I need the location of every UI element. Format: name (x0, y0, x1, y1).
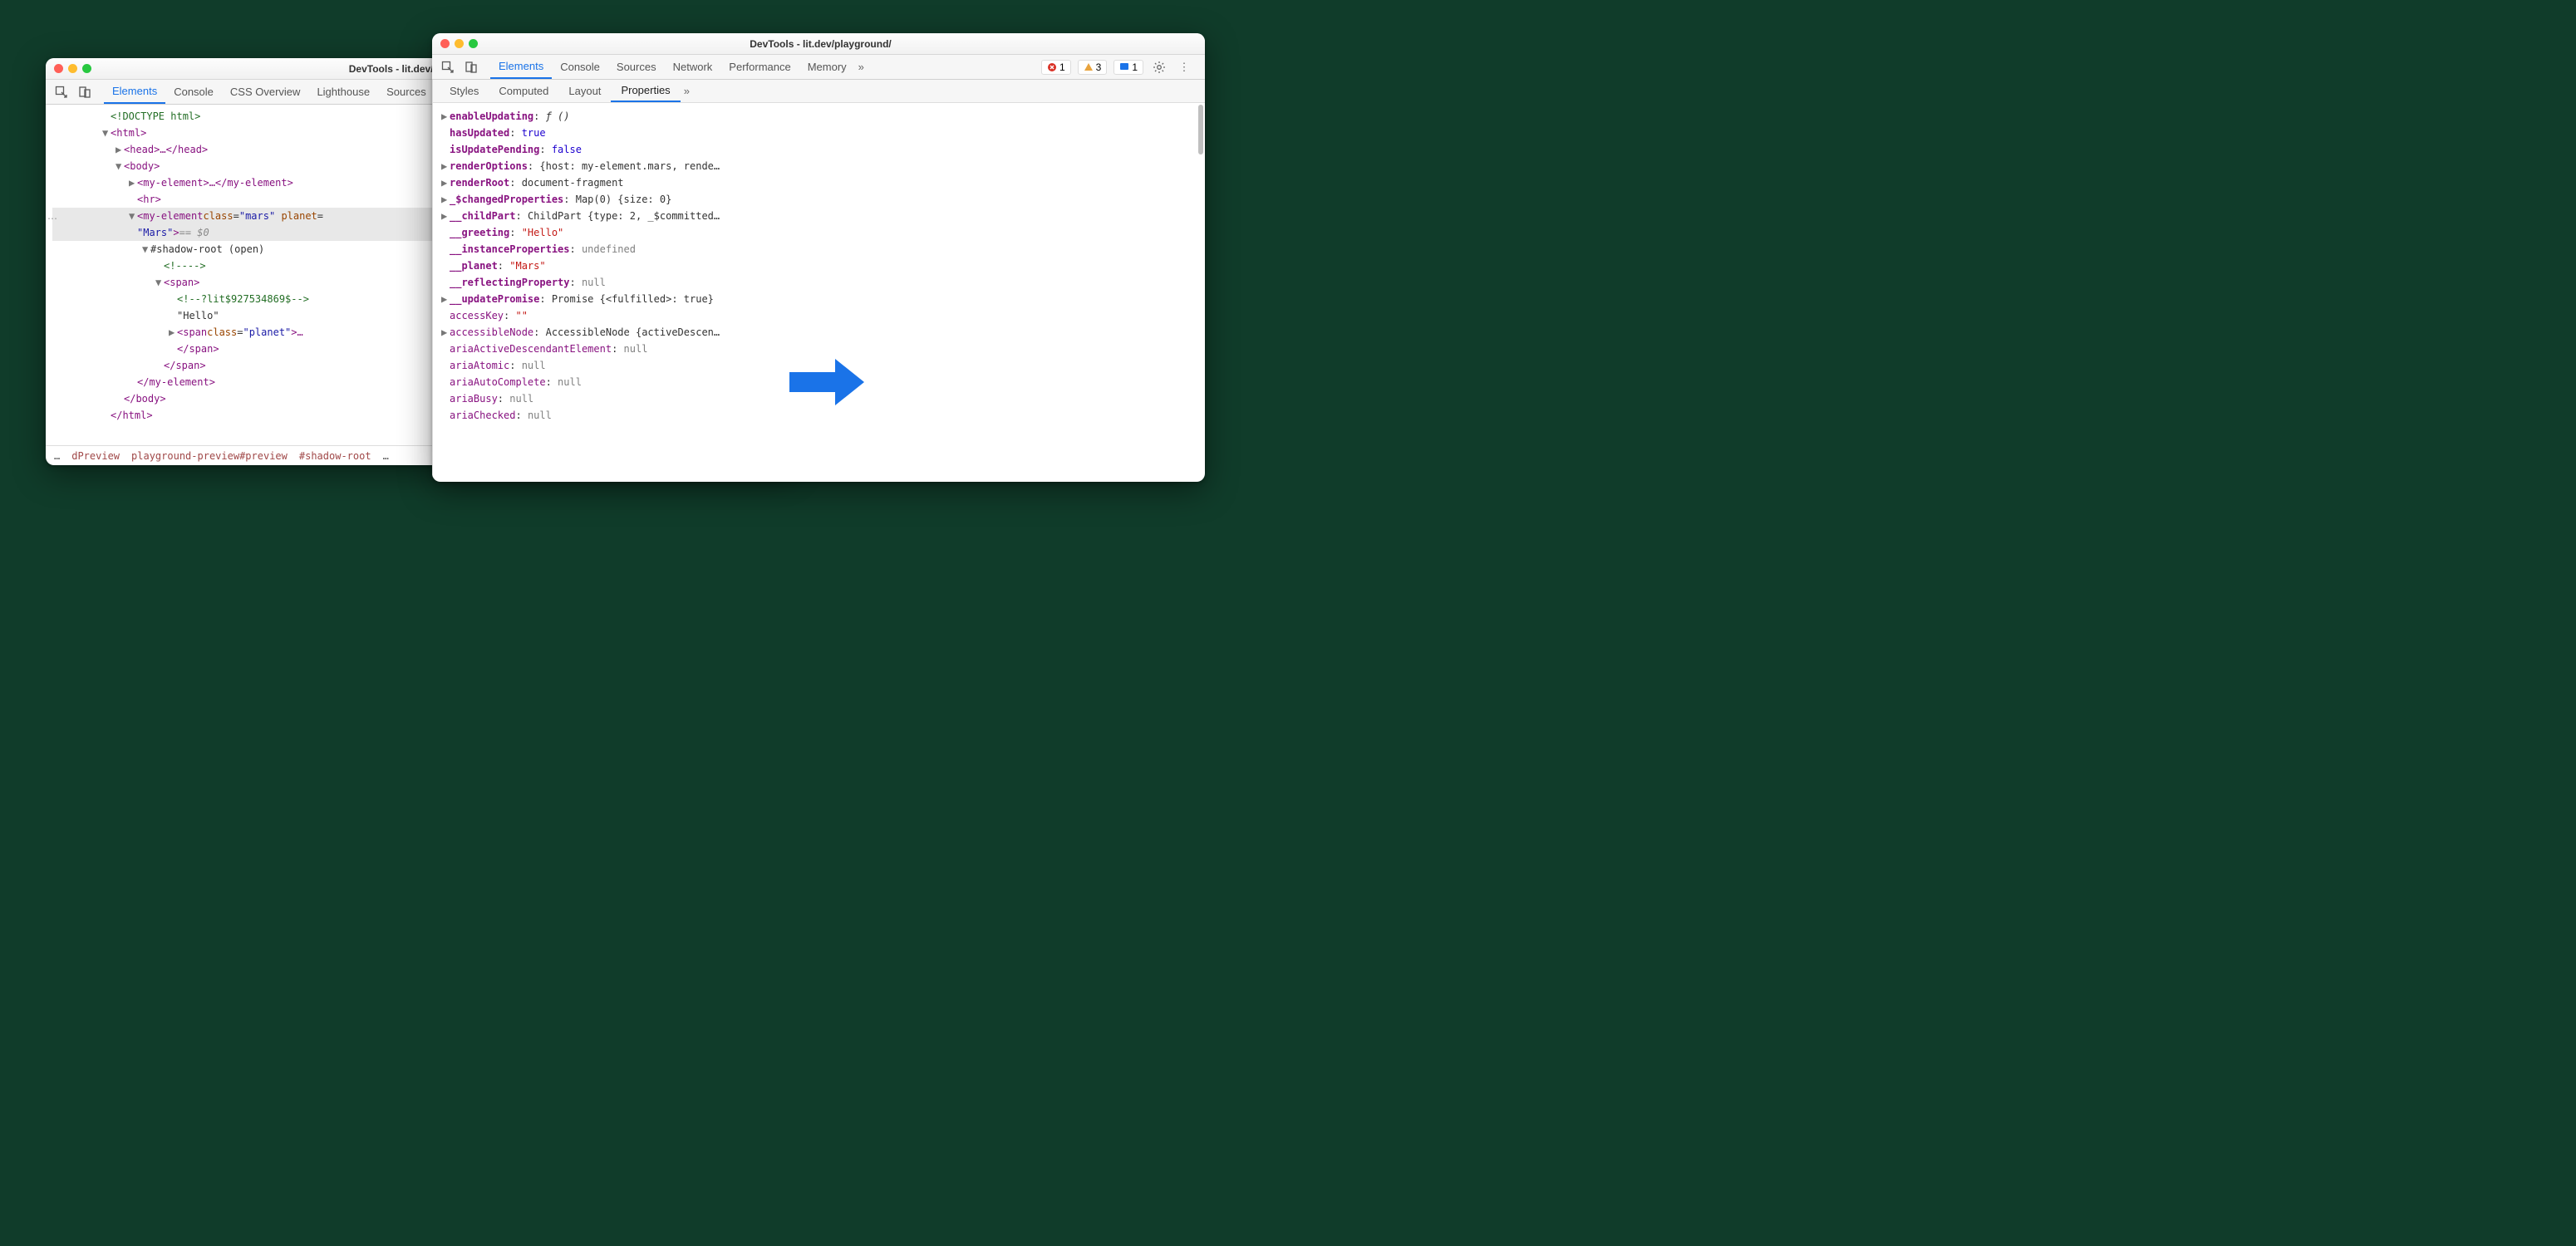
tab-lighthouse[interactable]: Lighthouse (308, 80, 378, 104)
property-row[interactable]: isUpdatePending: false (441, 141, 1197, 158)
kebab-menu-icon[interactable]: ⋮ (1175, 58, 1193, 76)
tree-node[interactable]: <html> (111, 125, 146, 141)
tab-network[interactable]: Network (665, 55, 721, 79)
tree-node[interactable]: "Hello" (177, 307, 219, 324)
breadcrumb-item[interactable]: #shadow-root (299, 450, 371, 462)
tab-sources[interactable]: Sources (378, 80, 435, 104)
warning-badge[interactable]: 3 (1078, 60, 1108, 75)
breadcrumb-item[interactable]: playground-preview#preview (131, 450, 288, 462)
tree-node[interactable]: <!----> (164, 258, 206, 274)
property-row[interactable]: __reflectingProperty: null (441, 274, 1197, 291)
main-tabs: Elements Console Sources Network Perform… (490, 55, 1036, 79)
tab-elements[interactable]: Elements (490, 55, 552, 79)
tree-node[interactable]: <!--?lit$927534869$--> (177, 291, 309, 307)
transition-arrow-icon (789, 357, 864, 410)
tab-css-overview[interactable]: CSS Overview (222, 80, 309, 104)
property-row[interactable]: ▶__updatePromise: Promise {<fulfilled>: … (441, 291, 1197, 307)
tree-node[interactable]: <span> (164, 274, 199, 291)
property-row[interactable]: accessKey: "" (441, 307, 1197, 324)
tree-node[interactable]: </body> (124, 390, 166, 407)
issues-badge[interactable]: 1 (1113, 60, 1143, 75)
tree-node[interactable]: <head>…</head> (124, 141, 208, 158)
inspect-icon[interactable] (439, 58, 457, 76)
property-row[interactable]: ▶__childPart: ChildPart {type: 2, _$comm… (441, 208, 1197, 224)
tab-console[interactable]: Console (165, 80, 222, 104)
gutter-dots-icon: ⋯ (46, 213, 58, 224)
devtools-window-b: DevTools - lit.dev/playground/ Elements … (432, 33, 1205, 482)
breadcrumb-item[interactable]: dPreview (71, 450, 120, 462)
property-row[interactable]: __greeting: "Hello" (441, 224, 1197, 241)
inspect-icon[interactable] (52, 83, 71, 101)
more-subtabs-icon[interactable]: » (681, 85, 693, 97)
property-row[interactable]: ▶renderOptions: {host: my-element.mars, … (441, 158, 1197, 174)
sidebar-subtabs: Styles Computed Layout Properties » (433, 80, 1205, 103)
property-row[interactable]: ▶renderRoot: document-fragment (441, 174, 1197, 191)
warning-count: 3 (1096, 61, 1102, 73)
issues-count: 1 (1132, 61, 1138, 73)
error-count: 1 (1059, 61, 1065, 73)
settings-icon[interactable] (1150, 58, 1168, 76)
property-row[interactable]: ▶enableUpdating: ƒ () (441, 108, 1197, 125)
tree-node[interactable]: </span> (177, 341, 219, 357)
dom-tree[interactable]: <!DOCTYPE html> ▼<html> ▶<head>…</head> … (46, 105, 435, 445)
property-row[interactable]: ariaChecked: null (441, 407, 1197, 424)
device-toggle-icon[interactable] (462, 58, 480, 76)
tab-performance[interactable]: Performance (720, 55, 799, 79)
window-title: DevTools - lit.dev/playground/ (445, 38, 1197, 50)
titlebar[interactable]: DevTools - lit.dev/playground/ (432, 33, 1205, 55)
tab-console[interactable]: Console (552, 55, 608, 79)
property-row[interactable]: ▶accessibleNode: AccessibleNode {activeD… (441, 324, 1197, 341)
property-row[interactable]: __planet: "Mars" (441, 258, 1197, 274)
tree-node[interactable]: </span> (164, 357, 206, 374)
subtab-layout[interactable]: Layout (558, 80, 611, 102)
breadcrumb[interactable]: … dPreview playground-preview#preview #s… (46, 445, 435, 465)
error-badge[interactable]: 1 (1041, 60, 1071, 75)
tree-node[interactable]: <!DOCTYPE html> (111, 108, 200, 125)
subtab-styles[interactable]: Styles (440, 80, 489, 102)
tree-node[interactable]: <my-element>…</my-element> (137, 174, 293, 191)
scrollbar-thumb[interactable] (1198, 105, 1203, 155)
properties-pane[interactable]: ▶enableUpdating: ƒ ()hasUpdated: trueisU… (433, 103, 1205, 482)
tree-node[interactable]: #shadow-root (open) (150, 241, 264, 258)
elements-tree-pane[interactable]: <!DOCTYPE html> ▼<html> ▶<head>…</head> … (46, 105, 436, 465)
tab-memory[interactable]: Memory (799, 55, 855, 79)
subtab-computed[interactable]: Computed (489, 80, 558, 102)
tree-node-selected[interactable]: ▼<my-element class="mars" planet= (52, 208, 435, 224)
main-toolbar: Elements Console Sources Network Perform… (432, 55, 1205, 80)
tab-elements[interactable]: Elements (104, 80, 165, 104)
more-tabs-icon[interactable]: » (855, 61, 868, 73)
tab-sources[interactable]: Sources (608, 55, 665, 79)
tree-node[interactable]: </html> (111, 407, 153, 424)
tree-node[interactable]: <hr> (137, 191, 161, 208)
tree-node[interactable]: </my-element> (137, 374, 215, 390)
property-row[interactable]: ▶_$changedProperties: Map(0) {size: 0} (441, 191, 1197, 208)
property-row[interactable]: ariaActiveDescendantElement: null (441, 341, 1197, 357)
property-row[interactable]: hasUpdated: true (441, 125, 1197, 141)
subtab-properties[interactable]: Properties (611, 80, 680, 102)
property-row[interactable]: __instanceProperties: undefined (441, 241, 1197, 258)
device-toggle-icon[interactable] (76, 83, 94, 101)
tree-node[interactable]: <body> (124, 158, 160, 174)
